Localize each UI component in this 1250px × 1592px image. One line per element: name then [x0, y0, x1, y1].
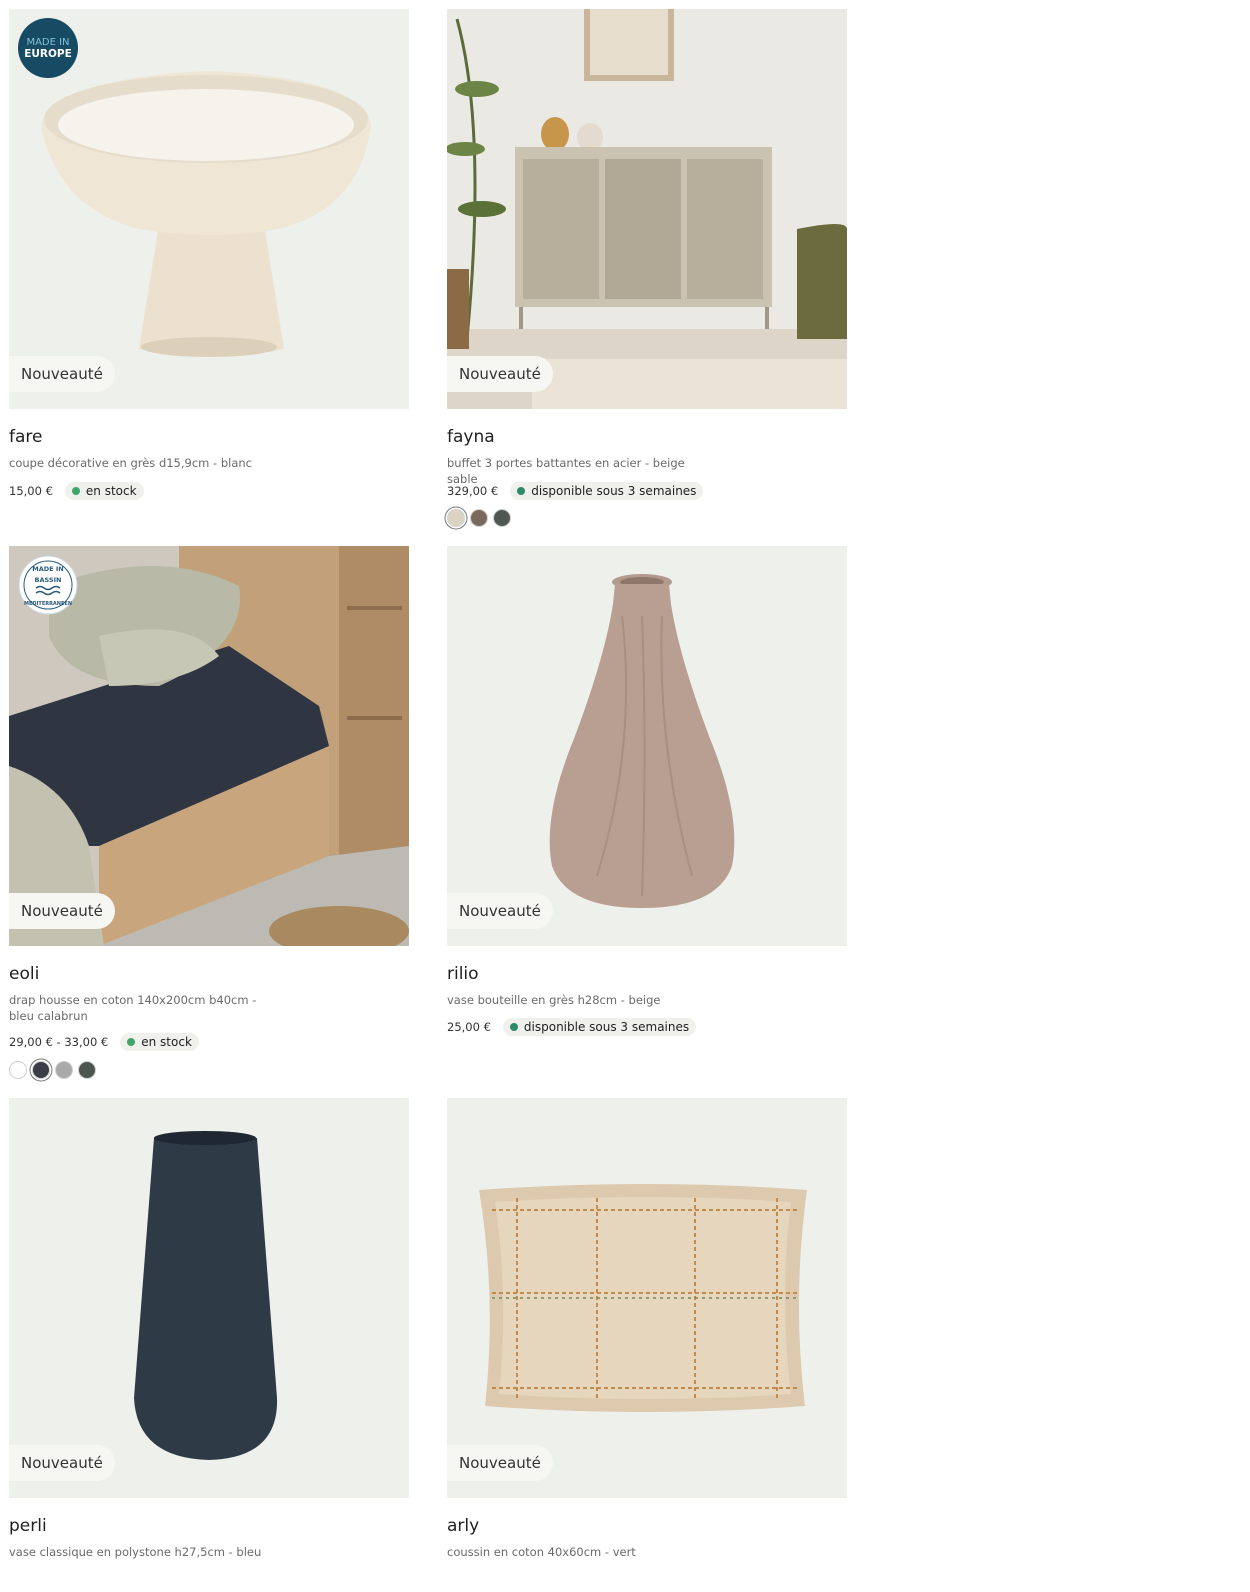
availability-dot-icon [71, 487, 80, 495]
product-name[interactable]: perli [9, 1516, 47, 1536]
product-description: vase classique en polystone h27,5cm - bl… [9, 1545, 262, 1559]
product-name[interactable]: arly [447, 1516, 479, 1536]
new-badge: Nouveauté [9, 356, 115, 392]
product-name[interactable]: rilio [447, 964, 479, 984]
new-badge: Nouveauté [9, 1445, 115, 1481]
product-price: 329,00 € [447, 484, 499, 498]
product-name[interactable]: fayna [447, 427, 495, 447]
color-swatch-grey[interactable] [55, 1061, 73, 1079]
badge-text-europe: EUROPE [24, 48, 72, 60]
price-row: 29,00 € - 33,00 € en stock [9, 1032, 199, 1052]
product-price: 25,00 € [447, 1020, 491, 1034]
color-swatches [9, 1061, 101, 1079]
badge-text-mediterraneen: MEDITERRANEEN [24, 601, 72, 607]
availability-badge: en stock [120, 1033, 199, 1051]
cushion-image [447, 1098, 847, 1498]
price-row: 25,00 € disponible sous 3 semaines [447, 1017, 697, 1037]
product-price: 15,00 € [9, 484, 53, 498]
sideboard-image [447, 9, 847, 409]
new-badge: Nouveauté [447, 893, 553, 929]
new-badge: Nouveauté [9, 893, 115, 929]
product-image-fayna[interactable]: Nouveauté [447, 9, 847, 409]
availability-dot-icon [517, 487, 526, 495]
product-price: 29,00 € - 33,00 € [9, 1035, 109, 1049]
badge-text-bassin: BASSIN [35, 576, 62, 584]
bottle-vase-image [447, 546, 847, 946]
price-row: 15,00 € en stock [9, 481, 144, 501]
color-swatch-brown[interactable] [470, 509, 488, 527]
tall-vase-image [9, 1098, 409, 1498]
price-row: 329,00 € disponible sous 3 semaines [447, 481, 704, 501]
product-image-perli[interactable]: Nouveauté [9, 1098, 409, 1498]
product-name[interactable]: eoli [9, 964, 39, 984]
new-badge: Nouveauté [447, 356, 553, 392]
availability-label: disponible sous 3 semaines [523, 1020, 690, 1034]
color-swatches [447, 509, 516, 527]
availability-label: en stock [141, 1035, 192, 1049]
badge-text-made-in: MADE IN [26, 37, 69, 48]
availability-label: disponible sous 3 semaines [531, 484, 697, 498]
product-description: vase bouteille en grès h28cm - beige [447, 993, 661, 1007]
color-swatch-navy[interactable] [32, 1061, 50, 1079]
badge-text-made-in: MADE IN [32, 565, 63, 573]
availability-label: en stock [85, 484, 137, 498]
product-image-rilio[interactable]: Nouveauté [447, 546, 847, 946]
availability-badge: en stock [64, 482, 144, 500]
color-swatch-beige[interactable] [447, 509, 465, 527]
availability-badge: disponible sous 3 semaines [510, 482, 704, 500]
color-swatch-dark-green[interactable] [493, 509, 511, 527]
color-swatch-dark-green[interactable] [78, 1061, 96, 1079]
product-name[interactable]: fare [9, 427, 42, 447]
new-badge: Nouveauté [447, 1445, 553, 1481]
made-in-bassin-mediterraneen-badge: MADE IN BASSIN MEDITERRANEEN [18, 555, 78, 615]
color-swatch-white[interactable] [9, 1061, 27, 1079]
product-image-fare[interactable]: MADE IN EUROPE Nouveauté [9, 9, 409, 409]
made-in-europe-badge: MADE IN EUROPE [18, 18, 78, 78]
product-image-arly[interactable]: Nouveauté [447, 1098, 847, 1498]
product-description: coupe décorative en grès d15,9cm - blanc [9, 456, 252, 470]
product-description: coussin en coton 40x60cm - vert [447, 1545, 636, 1559]
product-description: drap housse en coton 140x200cm b40cm - b… [9, 993, 257, 1023]
availability-dot-icon [509, 1023, 518, 1031]
availability-badge: disponible sous 3 semaines [502, 1018, 697, 1036]
product-image-eoli[interactable]: MADE IN BASSIN MEDITERRANEEN Nouveauté [9, 546, 409, 946]
availability-dot-icon [127, 1038, 136, 1046]
